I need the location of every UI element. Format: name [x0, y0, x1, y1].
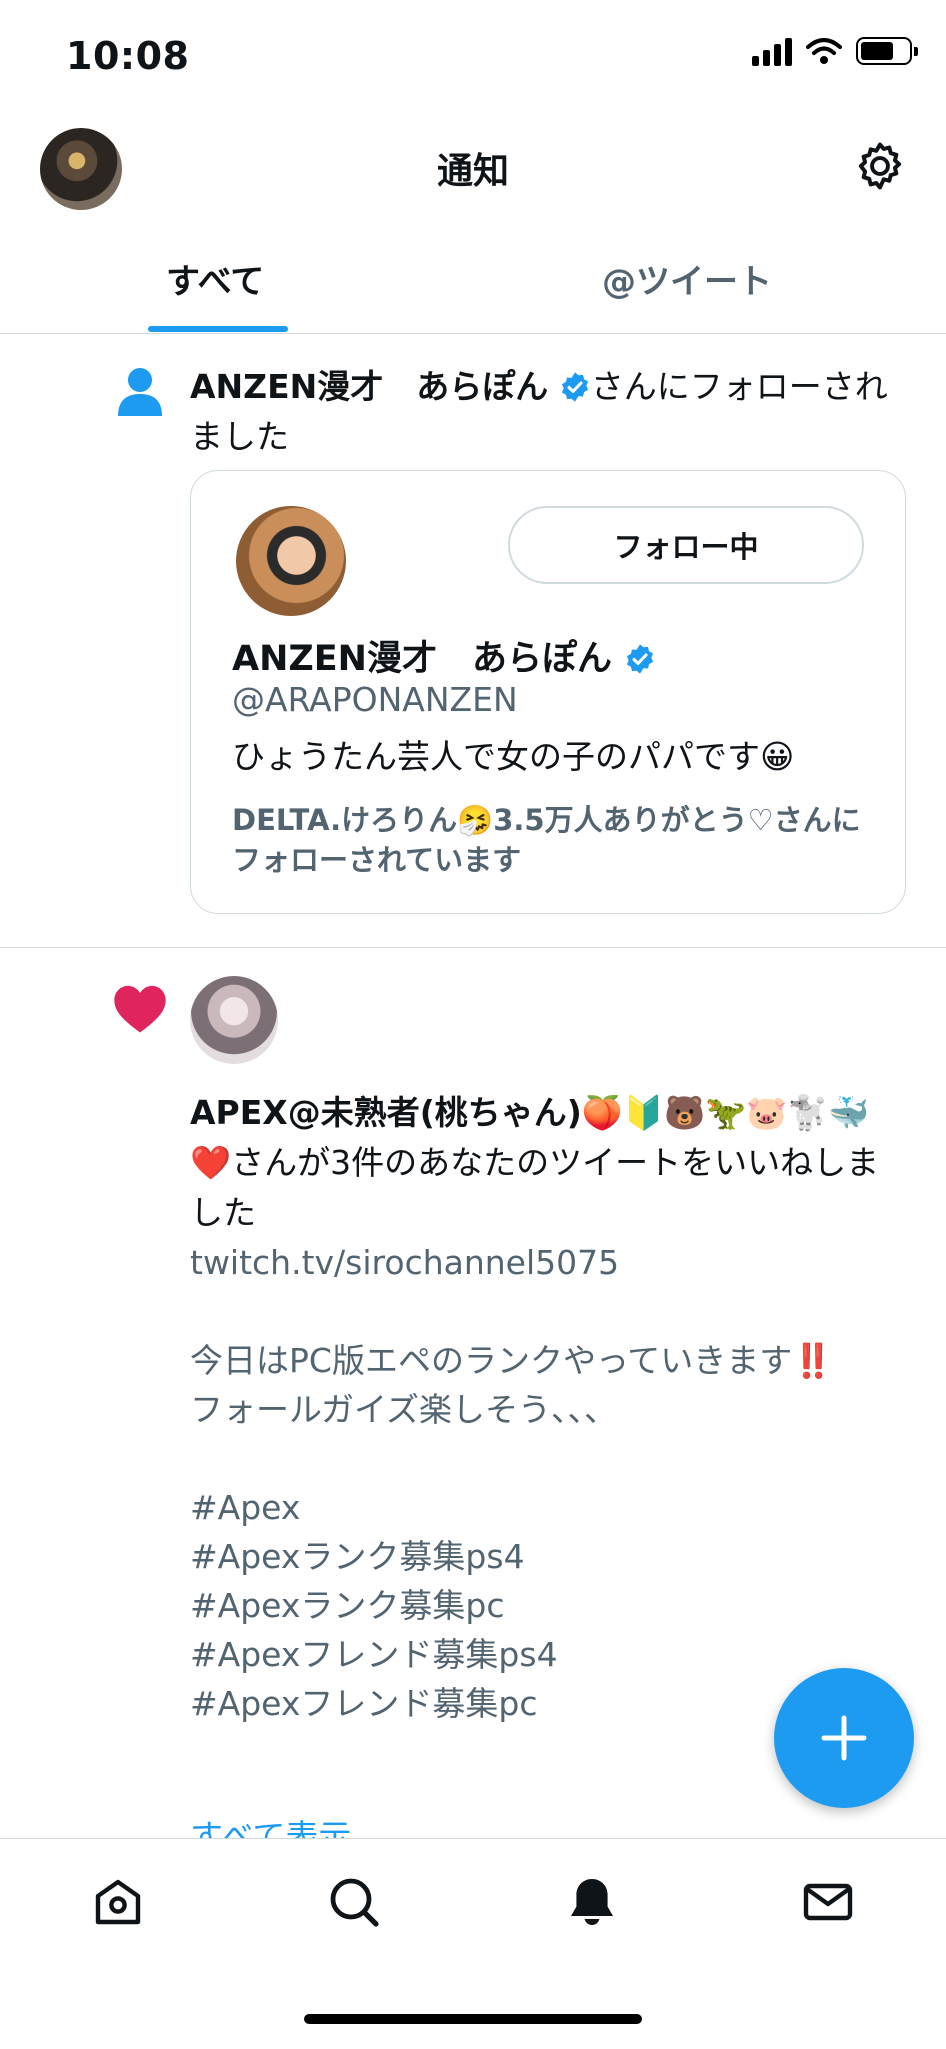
tabs-divider — [0, 333, 946, 334]
tab-mentions[interactable]: @ツイート — [602, 254, 772, 303]
card-avatar[interactable] — [236, 506, 346, 616]
card-followed-by: DELTA.けろりん🤧3.5万人ありがとう♡さんにフォローされています — [232, 803, 861, 877]
like-notification-text[interactable]: APEX@未熟者(桃ちゃん)🍑🔰🐻🦖🐷🐩🐳❤️さんが3件のあなたのツイートをいい… — [190, 1088, 906, 1238]
tab-indicator — [148, 326, 288, 332]
liked-tweet-text[interactable]: twitch.tv/sirochannel5075 今日はPC版エペのランクやっ… — [190, 1238, 906, 1728]
follower-name[interactable]: ANZEN漫才 あらぽん — [190, 367, 548, 406]
wifi-icon — [806, 38, 842, 64]
liker-avatar[interactable] — [190, 976, 278, 1064]
heart-icon — [114, 985, 166, 1033]
battery-icon — [856, 37, 918, 65]
card-bio: ひょうたん芸人で女の子のパパです😀 — [232, 737, 795, 776]
home-icon[interactable] — [90, 1874, 146, 1930]
status-icons — [752, 36, 918, 66]
verified-icon — [627, 644, 654, 674]
notification-divider — [0, 947, 946, 948]
home-indicator[interactable] — [304, 2014, 642, 2024]
signal-icon — [752, 36, 792, 66]
card-handle: @ARAPONANZEN — [232, 680, 518, 719]
plus-icon — [821, 1715, 867, 1761]
mail-icon[interactable] — [800, 1874, 856, 1930]
following-button[interactable]: フォロー中 — [508, 506, 864, 584]
card-name[interactable]: ANZEN漫才 あらぽん — [232, 630, 656, 681]
search-icon[interactable] — [326, 1874, 382, 1930]
like-suffix: さんが3件のあなたのツイートをいいねしました — [190, 1143, 880, 1232]
compose-button[interactable] — [774, 1668, 914, 1808]
gear-icon[interactable] — [852, 138, 908, 194]
person-icon — [118, 368, 162, 416]
follow-notification-text[interactable]: ANZEN漫才 あらぽん さんにフォローされました — [190, 362, 910, 462]
card-name-text: ANZEN漫才 あらぽん — [232, 639, 612, 679]
bell-icon[interactable] — [564, 1874, 620, 1930]
page-title: 通知 — [436, 151, 509, 192]
verified-icon — [561, 372, 588, 402]
status-time: 10:08 — [66, 34, 190, 78]
tab-all[interactable]: すべて — [166, 254, 264, 303]
